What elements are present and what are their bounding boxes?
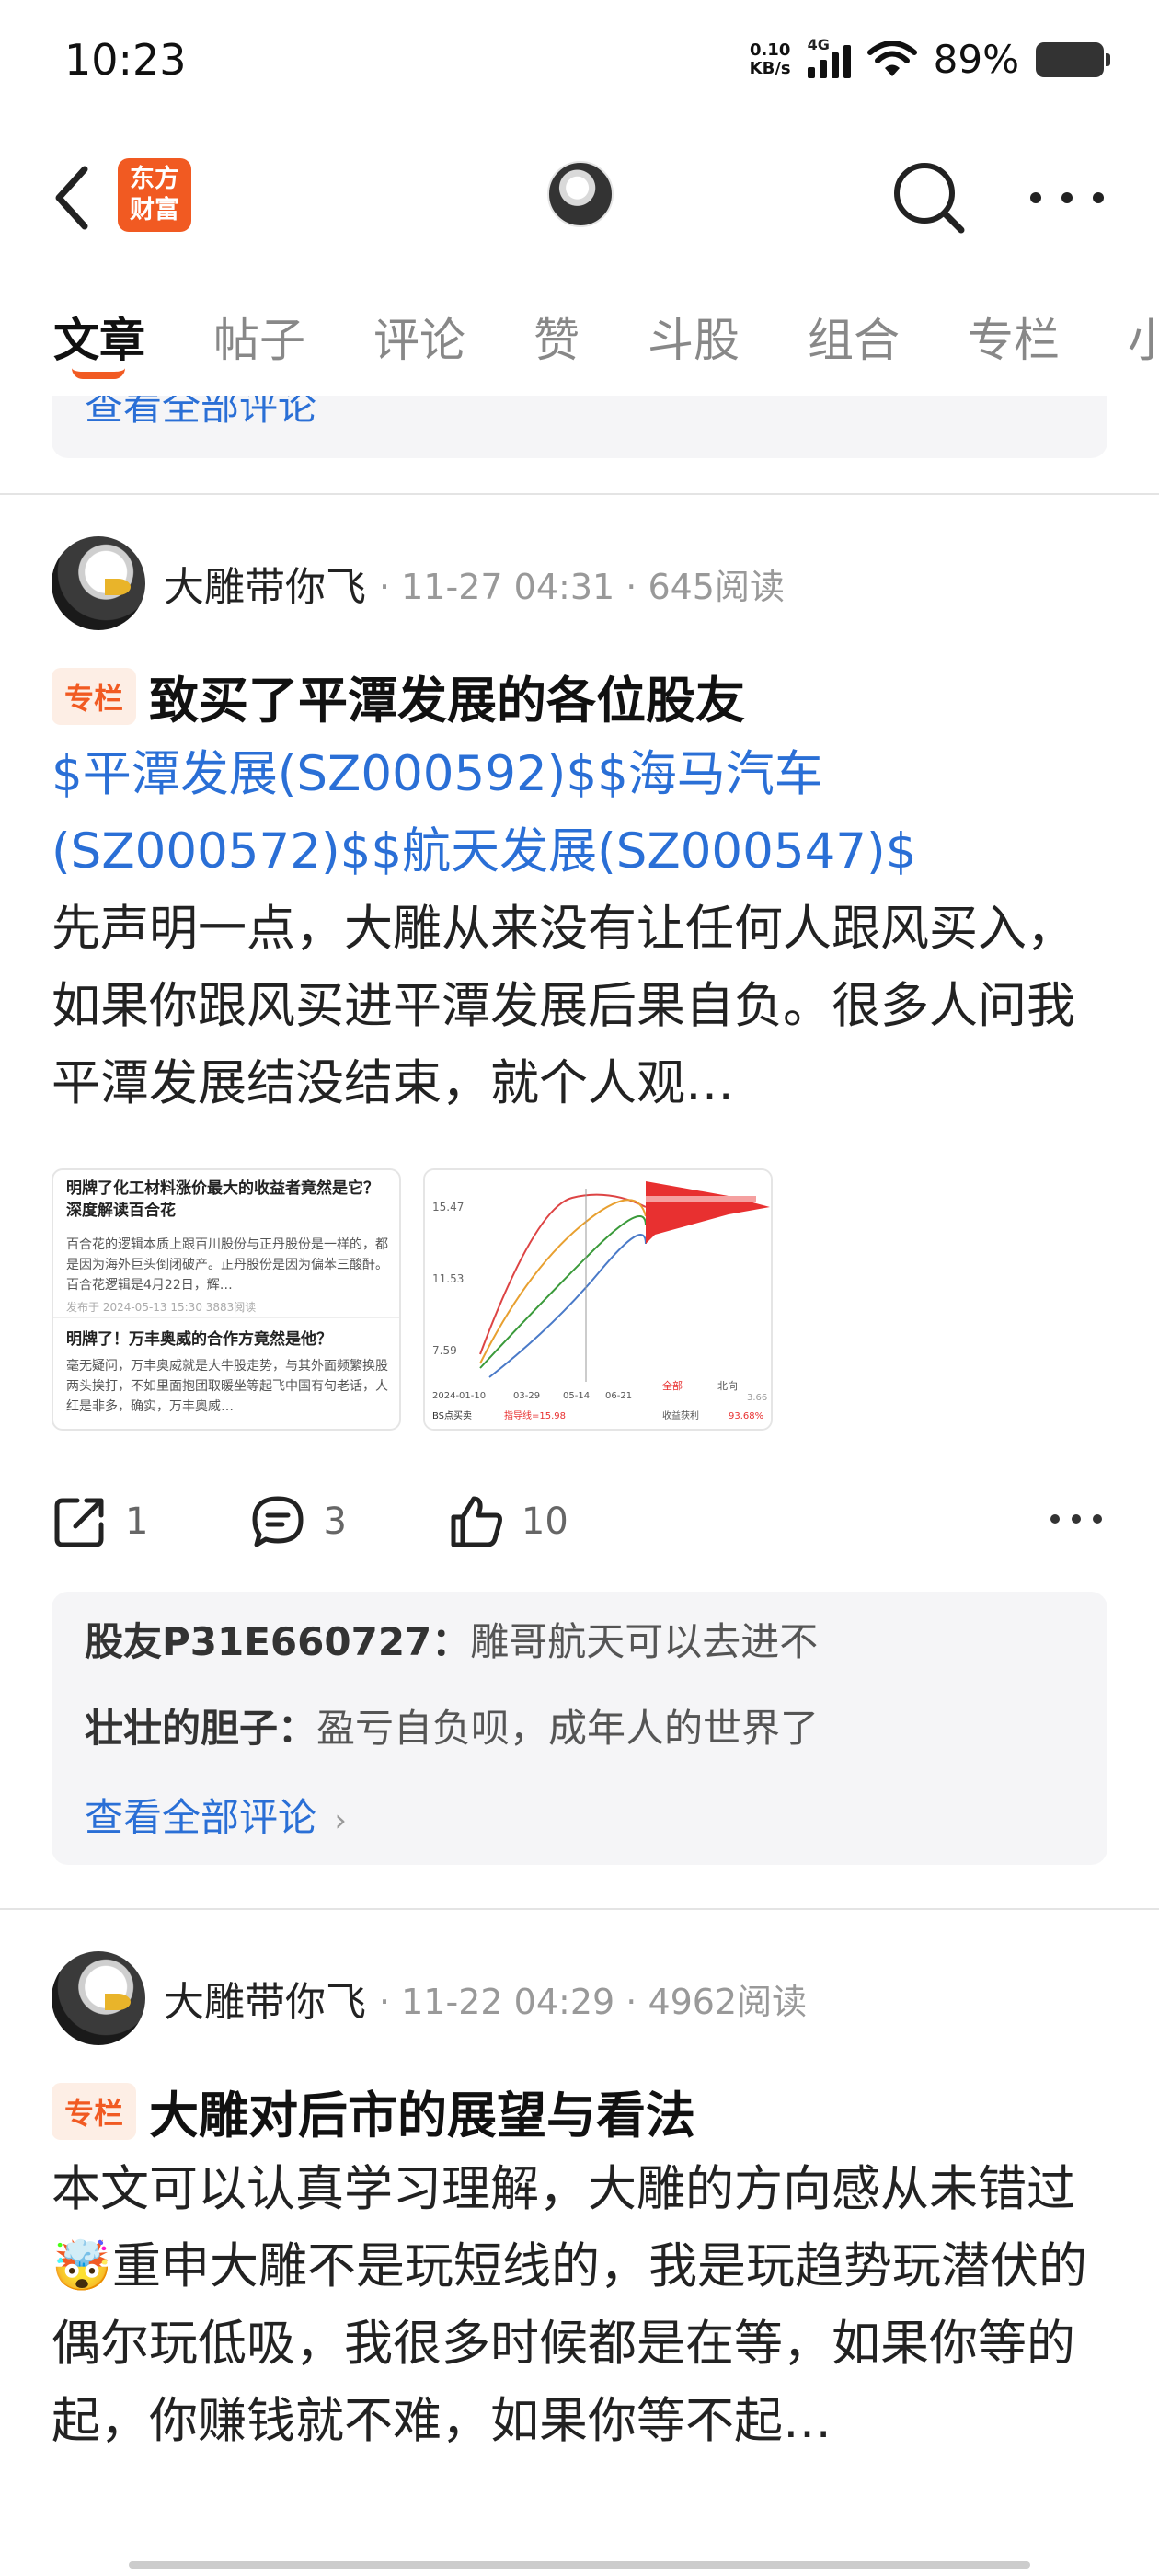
post-title[interactable]: 致买了平潭发展的各位股友	[149, 660, 745, 732]
chart-y-label-1: 15.47	[432, 1201, 464, 1213]
comment-user[interactable]: 壮壮的胆子：	[85, 1706, 316, 1751]
profile-tabs: 文章 帖子 评论 赞 斗股 组合 专栏 小	[0, 294, 1159, 386]
share-icon	[54, 1498, 104, 1547]
share-button[interactable]: 1	[52, 1493, 148, 1550]
stock-chart-image: 15.47 11.53 7.59 3.66 2024-01-10 03-29 0…	[425, 1170, 771, 1429]
chevron-left-icon[interactable]	[48, 156, 103, 239]
chart-tab-north: 北向	[717, 1379, 738, 1392]
author-name[interactable]: 大雕带你飞	[164, 1969, 366, 2028]
chart-y-label-3: 7.59	[432, 1344, 457, 1357]
thumb-date: 发布于 2024-05-13 15:30 3883阅读	[66, 1301, 257, 1314]
tab-column[interactable]: 专栏	[968, 304, 1060, 370]
chart-date-2: 03-29	[513, 1391, 540, 1401]
thumbs-up-icon	[451, 1496, 502, 1547]
like-button[interactable]: 10	[448, 1493, 568, 1550]
tab-portfolio[interactable]: 组合	[808, 304, 900, 370]
chevron-right-icon: ›	[334, 1802, 347, 1839]
status-right: 0.10 KB/s 4G 89%	[749, 36, 1110, 82]
post-time: 11-22 04:29	[401, 1981, 615, 2022]
comment-text: 盈亏自负呗，成年人的世界了	[316, 1706, 820, 1751]
comment-preview-box: 股友P31E660727：雕哥航天可以去进不 壮壮的胆子：盈亏自负呗，成年人的世…	[52, 1592, 1107, 1865]
thumb-paragraph-1: 百合花的逻辑本质上跟百川股份与正丹股份是一样的，都是因为海外巨头倒闭破产。正丹股…	[66, 1237, 388, 1293]
tab-stock-battle[interactable]: 斗股	[648, 304, 740, 370]
post-meta: · 11-22 04:29 · 4962阅读	[379, 1981, 808, 2022]
chart-profit-label: 收益获利	[662, 1409, 699, 1421]
thumb-heading-2: 明牌了！万丰奥威的合作方竟然是他？	[66, 1330, 332, 1349]
comment-count: 3	[323, 1501, 347, 1543]
post-actions: 1 3 10	[52, 1485, 1109, 1558]
thumb-paragraph-2: 毫无疑问，万丰奥威就是大牛股走势，与其外面频繁换股两头挨打，不如里面抱团取暖坐等…	[66, 1359, 388, 1414]
divider	[0, 493, 1159, 495]
status-time: 10:23	[64, 35, 187, 85]
status-bar: 10:23 0.10 KB/s 4G 89%	[0, 0, 1159, 120]
battery-icon	[1036, 41, 1110, 77]
speed-value: 0.10	[749, 40, 791, 60]
tab-likes[interactable]: 赞	[534, 304, 580, 370]
post-meta: · 11-27 04:31 · 645阅读	[379, 566, 785, 607]
tab-posts[interactable]: 帖子	[213, 304, 305, 370]
post-title[interactable]: 大雕对后市的展望与看法	[149, 2075, 695, 2147]
thumbnail-chart[interactable]: 15.47 11.53 7.59 3.66 2024-01-10 03-29 0…	[423, 1168, 773, 1431]
chart-date-4: 06-21	[605, 1391, 632, 1401]
chart-tab-all: 全部	[662, 1379, 683, 1392]
author-row: 大雕带你飞 · 11-22 04:29 · 4962阅读	[52, 1950, 807, 2046]
tab-articles[interactable]: 文章	[53, 304, 145, 370]
column-badge: 专栏	[52, 2082, 137, 2140]
chart-indicator-label: 指导线=15.98	[504, 1409, 566, 1421]
author-row: 大雕带你飞 · 11-27 04:31 · 645阅读	[52, 535, 785, 631]
share-count: 1	[125, 1501, 149, 1543]
post-title-row: 专栏 大雕对后市的展望与看法	[52, 2075, 695, 2147]
comment-button[interactable]: 3	[249, 1493, 347, 1550]
battery-percent: 89%	[933, 37, 1019, 82]
stock-tickers[interactable]: $平潭发展(SZ000592)$$海马汽车(SZ000572)$$航天发展(SZ…	[52, 736, 1109, 891]
wifi-icon	[866, 40, 917, 76]
chart-date-1: 2024-01-10	[432, 1391, 486, 1401]
comment-item[interactable]: 股友P31E660727：雕哥航天可以去进不	[85, 1614, 1074, 1671]
thumb-heading-1: 明牌了化工材料涨价最大的收益者竟然是它？深度解读百合花	[66, 1179, 379, 1220]
search-icon[interactable]	[888, 156, 970, 239]
network-speed: 0.10 KB/s	[749, 40, 791, 78]
author-avatar[interactable]	[52, 536, 145, 630]
home-indicator	[129, 2561, 1030, 2569]
network-type: 4G	[807, 35, 830, 53]
thumbnail-article[interactable]: 明牌了化工材料涨价最大的收益者竟然是它？深度解读百合花 百合花的逻辑本质上跟百川…	[52, 1168, 401, 1431]
speed-unit: KB/s	[749, 58, 791, 78]
tab-comments[interactable]: 评论	[373, 304, 465, 370]
comment-item[interactable]: 壮壮的胆子：盈亏自负呗，成年人的世界了	[85, 1700, 1074, 1757]
chart-y-label-2: 11.53	[432, 1272, 464, 1285]
tab-more[interactable]: 小	[1128, 304, 1159, 370]
logo-line2: 财富	[130, 196, 179, 224]
signal-icon: 4G	[807, 36, 851, 78]
author-name[interactable]: 大雕带你飞	[164, 554, 366, 613]
chart-date-3: 05-14	[563, 1391, 590, 1401]
post-reads: 4962阅读	[648, 1981, 808, 2022]
like-count: 10	[521, 1501, 568, 1543]
see-all-label: 查看全部评论	[85, 1795, 317, 1840]
divider	[0, 1908, 1159, 1910]
post-reads: 645阅读	[648, 566, 785, 607]
post-body[interactable]: 本文可以认真学习理解，大雕的方向感从未错过🤯重申大雕不是玩短线的，我是玩趋势玩潜…	[52, 2151, 1109, 2460]
chart-profit-value: 93.68%	[729, 1411, 763, 1421]
comment-user[interactable]: 股友P31E660727：	[85, 1619, 470, 1664]
comment-text: 雕哥航天可以去进不	[470, 1619, 819, 1664]
active-tab-indicator	[72, 368, 125, 379]
column-badge: 专栏	[52, 667, 137, 725]
see-all-comments-link[interactable]: 查看全部评论 ›	[85, 1787, 1074, 1843]
see-all-comments-link[interactable]: 查看全部评论	[85, 396, 316, 431]
post-images: 明牌了化工材料涨价最大的收益者竟然是它？深度解读百合花 百合花的逻辑本质上跟百川…	[52, 1168, 773, 1431]
top-nav: 东方 财富	[0, 138, 1159, 258]
app-logo[interactable]: 东方 财富	[118, 158, 191, 232]
chart-y-label-4: 3.66	[747, 1393, 767, 1403]
post-time: 11-27 04:31	[401, 566, 615, 607]
more-dots-icon[interactable]	[1030, 184, 1104, 212]
author-avatar[interactable]	[52, 1951, 145, 2045]
logo-line1: 东方	[130, 165, 179, 193]
post-title-row: 专栏 致买了平潭发展的各位股友	[52, 660, 745, 732]
post-body[interactable]: 先声明一点，大雕从来没有让任何人跟风买入，如果你跟风买进平潭发展后果自负。很多人…	[52, 891, 1109, 1122]
profile-avatar[interactable]	[547, 161, 614, 227]
previous-post-comments: 查看全部评论	[52, 396, 1107, 458]
chart-bs-label: BS点买卖	[432, 1410, 472, 1421]
more-dots-icon[interactable]	[1050, 1514, 1102, 1524]
comment-icon	[252, 1496, 304, 1547]
